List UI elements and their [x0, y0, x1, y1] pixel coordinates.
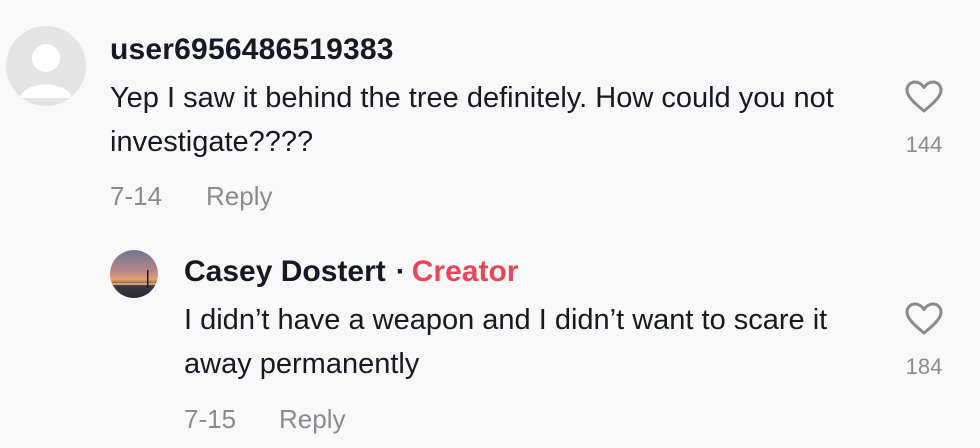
comment-text: Yep I saw it behind the tree definitely.… — [110, 82, 834, 158]
reply-text: I didn’t have a weapon and I didn’t want… — [184, 304, 828, 380]
user-placeholder-icon — [6, 26, 86, 106]
name-separator: · — [395, 255, 406, 288]
comment-date: 7-14 — [110, 181, 163, 211]
reply-date: 7-15 — [184, 404, 237, 434]
creator-badge: Creator — [411, 255, 519, 288]
heart-outline-icon[interactable] — [905, 302, 943, 336]
comment-like-count: 144 — [905, 132, 943, 157]
creator-avatar[interactable] — [110, 250, 158, 298]
heart-outline-icon[interactable] — [905, 80, 943, 114]
comment-like-block: 144 — [894, 80, 954, 158]
sunset-photo-avatar — [110, 250, 158, 298]
reply-header: Casey Dostert · Creator — [184, 250, 518, 294]
comment-reply-button[interactable]: Reply — [206, 180, 272, 212]
reply-reply-button[interactable]: Reply — [279, 403, 345, 435]
comment-username[interactable]: user6956486519383 — [110, 28, 394, 72]
reply-like-count: 184 — [905, 354, 943, 379]
reply-like-block: 184 — [894, 302, 954, 380]
reply-username[interactable]: Casey Dostert — [184, 255, 386, 288]
default-avatar[interactable] — [6, 26, 86, 106]
